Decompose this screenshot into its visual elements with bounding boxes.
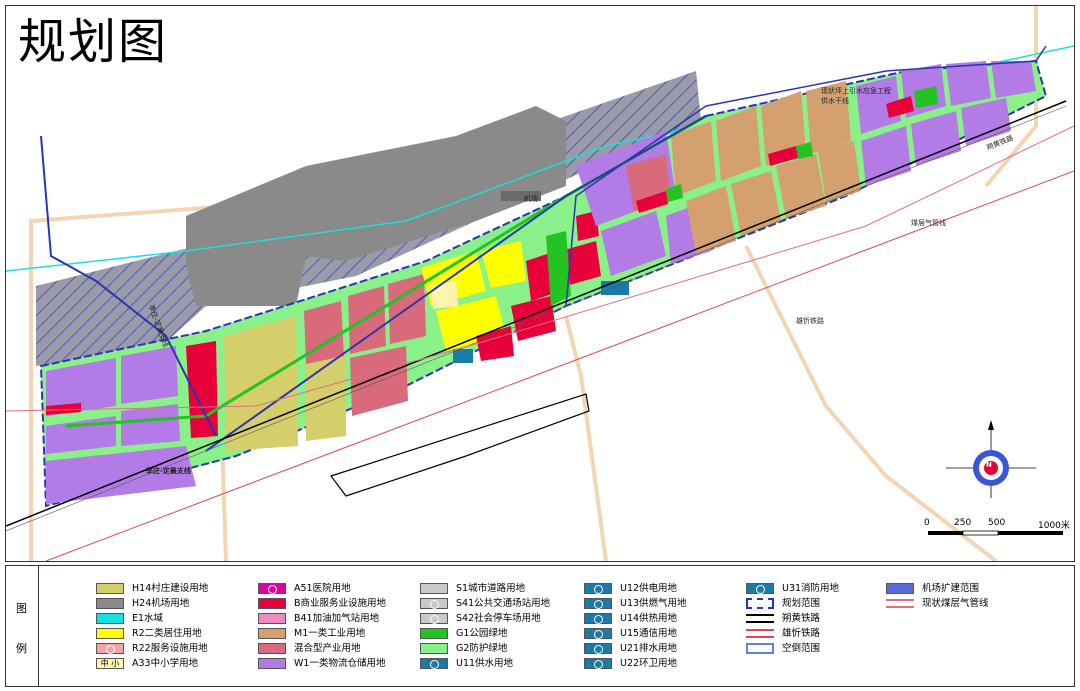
legend-swatch xyxy=(584,598,612,609)
legend-label: S1城市道路用地 xyxy=(456,583,526,594)
block-village xyxy=(306,351,346,441)
legend-swatch xyxy=(258,658,286,669)
map-panel: 规划图 朔黄铁路 煤层气管线 现状坪上引水应急工程供水干线 雄忻铁路 季庄-定襄… xyxy=(5,5,1075,562)
legend-swatch xyxy=(96,628,124,639)
block-mixed xyxy=(348,286,386,354)
scale-label-1000: 1000米 xyxy=(1038,521,1070,531)
legend-swatch xyxy=(420,628,448,639)
legend-swatch xyxy=(420,598,448,609)
compass-label: N xyxy=(986,461,992,469)
legend-swatch xyxy=(96,598,124,609)
block-logistics xyxy=(121,404,180,446)
land-use-map xyxy=(6,6,1074,561)
block-commercial xyxy=(186,341,218,438)
legend-swatch xyxy=(258,628,286,639)
legend-heading-1: 图 xyxy=(16,602,27,615)
scale-label-250: 250 xyxy=(954,518,972,528)
legend-label: U13供燃气用地 xyxy=(620,598,687,609)
legend-swatch xyxy=(258,613,286,624)
legend-swatch xyxy=(746,598,774,609)
legend-label: R22服务设施用地 xyxy=(132,643,208,654)
plan-map-figure: 规划图 朔黄铁路 煤层气管线 现状坪上引水应急工程供水干线 雄忻铁路 季庄-定襄… xyxy=(0,0,1080,691)
legend-swatch xyxy=(584,658,612,669)
legend-swatch xyxy=(746,629,774,638)
legend-label: U11供水用地 xyxy=(456,658,514,669)
legend-label: M1一类工业用地 xyxy=(294,628,366,639)
legend-label: B商业服务业设施用地 xyxy=(294,598,387,609)
legend-swatch xyxy=(746,643,774,654)
legend-label: E1水域 xyxy=(132,613,164,624)
legend-label: A51医院用地 xyxy=(294,583,351,594)
legend-label: U21排水用地 xyxy=(620,643,678,654)
legend-label: G2防护绿地 xyxy=(456,643,508,654)
legend-label: 机场扩建范围 xyxy=(922,583,980,594)
block-school xyxy=(431,281,458,309)
legend-label: G1公园绿地 xyxy=(456,628,508,639)
legend-swatch xyxy=(746,583,774,594)
legend-label: 雄忻铁路 xyxy=(782,628,821,639)
legend-label: U31消防用地 xyxy=(782,583,840,594)
map-title: 规划图 xyxy=(18,14,169,70)
legend-panel: 图 例 H14村庄建设用地 H24机场用地 E1水域 R2二类居住用地 R22服务设施用… xyxy=(5,565,1075,687)
block-logistics xyxy=(946,61,991,106)
legend-swatch xyxy=(96,643,124,654)
legend-label: 混合型产业用地 xyxy=(294,643,361,654)
label-xiongxin-railway: 雄忻铁路 xyxy=(796,317,824,325)
legend-label: U22环卫用地 xyxy=(620,658,678,669)
legend-swatch xyxy=(584,643,612,654)
legend-label: 现状煤层气管线 xyxy=(922,598,989,609)
legend-label: H24机场用地 xyxy=(132,598,190,609)
legend-swatch xyxy=(258,598,286,609)
legend-swatch xyxy=(420,613,448,624)
legend-label: H14村庄建设用地 xyxy=(132,583,209,594)
scale-label-500: 500 xyxy=(988,518,1006,528)
legend-label: U15通信用地 xyxy=(620,628,678,639)
block-mixed xyxy=(350,346,408,416)
label-airport: 机场 xyxy=(524,195,538,203)
legend-label: S41公共交通场站用地 xyxy=(456,598,551,609)
legend-heading: 图 例 xyxy=(6,566,39,686)
block-utility xyxy=(453,349,473,363)
legend-swatch xyxy=(886,583,914,594)
legend-label: A33中小学用地 xyxy=(132,658,199,669)
legend-swatch xyxy=(746,614,774,623)
block-logistics xyxy=(121,346,178,404)
label-jizhuang-branch: 季庄-定襄支线 xyxy=(146,467,191,475)
legend-label: S42社会停车场用地 xyxy=(456,613,541,624)
legend-swatch xyxy=(258,583,286,594)
legend-label: R2二类居住用地 xyxy=(132,628,202,639)
legend-label: U14供热用地 xyxy=(620,613,678,624)
legend-swatch xyxy=(420,583,448,594)
legend-swatch xyxy=(420,643,448,654)
legend-label: U12供电用地 xyxy=(620,583,678,594)
scale-bar xyxy=(928,530,1063,536)
block-mixed xyxy=(304,301,344,364)
legend-swatch xyxy=(258,643,286,654)
legend-swatch xyxy=(96,583,124,594)
legend-swatch xyxy=(886,599,914,608)
legend-swatch xyxy=(584,583,612,594)
label-gas-pipeline: 煤层气管线 xyxy=(911,219,946,227)
legend-label: 朔黄铁路 xyxy=(782,613,821,624)
compass xyxy=(946,420,1036,498)
legend-heading-2: 例 xyxy=(16,642,27,655)
legend-swatch xyxy=(584,628,612,639)
legend-swatch xyxy=(584,613,612,624)
scale-label-0: 0 xyxy=(924,518,930,528)
legend-swatch xyxy=(96,613,124,624)
legend-label: 规划范围 xyxy=(782,598,821,609)
label-water-line: 现状坪上引水应急工程供水干线 xyxy=(821,87,891,105)
legend-label: B41加油加气站用地 xyxy=(294,613,380,624)
legend-swatch: 中 小 xyxy=(96,658,124,669)
legend-label: W1一类物流仓储用地 xyxy=(294,658,386,669)
legend-label: 空倒范围 xyxy=(782,643,821,654)
legend-swatch xyxy=(420,658,448,669)
